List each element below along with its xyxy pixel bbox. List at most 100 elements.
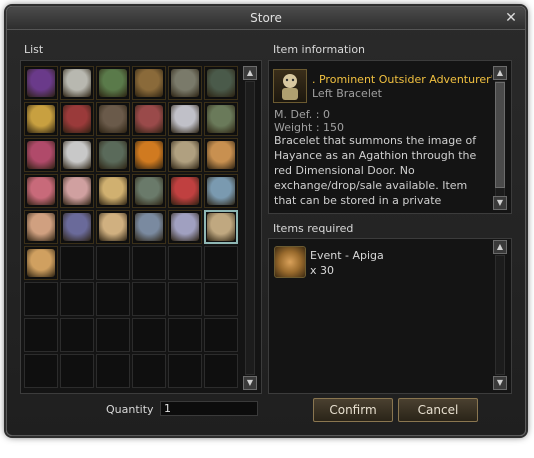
- req-scroll-up-icon[interactable]: ▲: [493, 240, 507, 254]
- item-icon: [135, 69, 163, 97]
- item-slot[interactable]: [24, 138, 58, 172]
- info-scroll-up-icon[interactable]: ▲: [493, 66, 507, 80]
- empty-slot: [60, 246, 94, 280]
- empty-slot: [204, 354, 238, 388]
- list-label: List: [24, 43, 44, 56]
- required-item-name: Event - Apiga: [310, 249, 384, 262]
- item-icon: [135, 105, 163, 133]
- confirm-button[interactable]: Confirm: [313, 398, 393, 422]
- info-scrollbar[interactable]: [495, 81, 505, 197]
- item-info-icon: [273, 69, 307, 103]
- item-icon: [99, 105, 127, 133]
- item-slot[interactable]: [132, 102, 166, 136]
- item-icon: [99, 213, 127, 241]
- empty-slot: [96, 318, 130, 352]
- item-icon: [63, 141, 91, 169]
- item-slot[interactable]: [96, 210, 130, 244]
- quantity-input[interactable]: [160, 401, 258, 416]
- item-slot[interactable]: [96, 138, 130, 172]
- item-slot[interactable]: [60, 102, 94, 136]
- item-icon: [207, 213, 235, 241]
- item-slot[interactable]: [132, 138, 166, 172]
- empty-slot: [132, 318, 166, 352]
- item-slot[interactable]: [132, 66, 166, 100]
- item-slot[interactable]: [96, 66, 130, 100]
- item-slot[interactable]: [168, 102, 202, 136]
- item-slot[interactable]: [132, 210, 166, 244]
- empty-slot: [132, 354, 166, 388]
- empty-slot: [24, 282, 58, 316]
- item-icon: [207, 177, 235, 205]
- info-scroll-down-icon[interactable]: ▼: [493, 196, 507, 210]
- empty-slot: [60, 282, 94, 316]
- item-mdef: M. Def. : 0: [274, 108, 330, 121]
- item-icon: [99, 177, 127, 205]
- req-scrollbar[interactable]: [495, 255, 505, 375]
- item-icon: [27, 141, 55, 169]
- info-scroll-thumb[interactable]: [495, 82, 505, 188]
- item-slot[interactable]: [204, 102, 238, 136]
- item-icon: [99, 69, 127, 97]
- item-icon: [135, 141, 163, 169]
- item-icon: [171, 69, 199, 97]
- item-icon: [63, 177, 91, 205]
- item-slot[interactable]: [168, 66, 202, 100]
- item-info-label: Item information: [273, 43, 366, 56]
- item-slot[interactable]: [132, 174, 166, 208]
- item-icon: [207, 105, 235, 133]
- item-icon: [27, 105, 55, 133]
- list-scroll-up-icon[interactable]: ▲: [243, 66, 257, 80]
- item-slot[interactable]: [24, 102, 58, 136]
- item-slot[interactable]: [204, 210, 238, 244]
- empty-slot: [24, 354, 58, 388]
- item-slot[interactable]: [60, 138, 94, 172]
- item-slot[interactable]: [96, 102, 130, 136]
- close-icon[interactable]: ✕: [503, 10, 519, 26]
- empty-slot: [168, 246, 202, 280]
- title-bar[interactable]: Store ✕: [7, 7, 525, 30]
- item-info-name: . Prominent Outsider Adventurer's: [312, 73, 492, 86]
- item-icon: [27, 69, 55, 97]
- item-slot[interactable]: [24, 174, 58, 208]
- item-icon: [63, 69, 91, 97]
- items-required-label: Items required: [273, 222, 354, 235]
- item-icon: [27, 213, 55, 241]
- empty-slot: [24, 318, 58, 352]
- quantity-label: Quantity: [106, 403, 154, 416]
- item-slot[interactable]: [96, 174, 130, 208]
- item-icon: [27, 177, 55, 205]
- list-scroll-down-icon[interactable]: ▼: [243, 376, 257, 390]
- item-slot[interactable]: [60, 210, 94, 244]
- item-slot[interactable]: [24, 246, 58, 280]
- item-slot[interactable]: [168, 210, 202, 244]
- item-icon: [63, 213, 91, 241]
- item-icon: [207, 69, 235, 97]
- item-icon: [99, 141, 127, 169]
- item-slot[interactable]: [204, 174, 238, 208]
- list-scrollbar[interactable]: [245, 81, 255, 375]
- empty-slot: [132, 246, 166, 280]
- item-icon: [171, 141, 199, 169]
- item-icon: [171, 105, 199, 133]
- empty-slot: [168, 318, 202, 352]
- item-slot[interactable]: [204, 66, 238, 100]
- empty-slot: [96, 354, 130, 388]
- item-slot[interactable]: [204, 138, 238, 172]
- empty-slot: [168, 282, 202, 316]
- empty-slot: [132, 282, 166, 316]
- item-slot[interactable]: [168, 138, 202, 172]
- item-slot[interactable]: [168, 174, 202, 208]
- empty-slot: [96, 246, 130, 280]
- required-item-count: x 30: [310, 264, 335, 277]
- cancel-button[interactable]: Cancel: [398, 398, 478, 422]
- item-slot[interactable]: [24, 210, 58, 244]
- empty-slot: [60, 318, 94, 352]
- item-icon: [171, 177, 199, 205]
- item-info-type: Left Bracelet: [312, 87, 382, 100]
- req-scroll-down-icon[interactable]: ▼: [493, 376, 507, 390]
- empty-slot: [204, 282, 238, 316]
- empty-slot: [168, 354, 202, 388]
- item-slot[interactable]: [60, 66, 94, 100]
- item-slot[interactable]: [24, 66, 58, 100]
- item-slot[interactable]: [60, 174, 94, 208]
